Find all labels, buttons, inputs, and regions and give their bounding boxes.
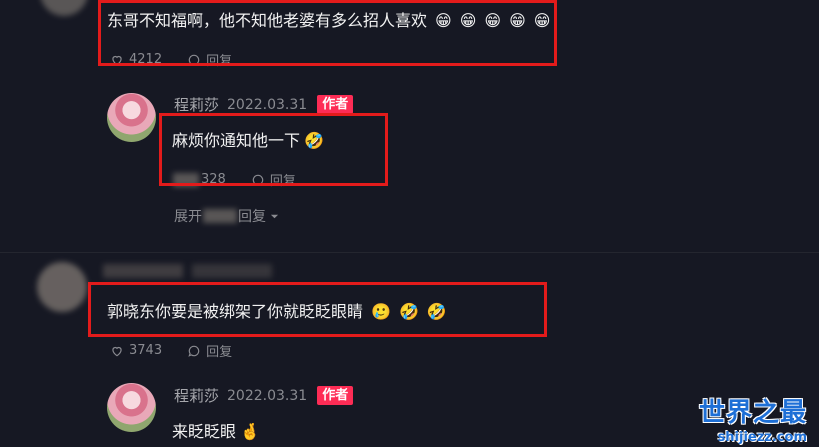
comment-divider: [0, 252, 819, 253]
author-name[interactable]: 程莉莎: [174, 94, 219, 115]
like-count: 3743: [129, 343, 163, 358]
expand-count-blurred: [203, 209, 237, 223]
reply-label: 回复: [206, 345, 233, 360]
expand-replies-button[interactable]: 展开 回复: [174, 206, 279, 226]
avatar-blurred-top[interactable]: [40, 0, 88, 16]
reply-2-body: 来眨眨眼: [172, 422, 237, 441]
author-avatar[interactable]: [107, 383, 156, 432]
reply-1-header: 程莉莎 2022.03.31 作者: [174, 94, 354, 115]
reply-2-header: 程莉莎 2022.03.31 作者: [174, 385, 354, 406]
username-blurred[interactable]: [103, 264, 183, 278]
like-button[interactable]: 3743: [110, 343, 162, 358]
caret-down-icon: [270, 214, 279, 218]
reply-button[interactable]: 回复: [187, 341, 232, 360]
comment-bubble-icon: [188, 345, 200, 357]
highlight-box-2: [159, 113, 388, 186]
author-avatar[interactable]: [107, 93, 156, 142]
highlight-box-3: [88, 282, 547, 337]
watermark-url: shijiezz.com: [717, 430, 807, 445]
avatar-blurred[interactable]: [37, 262, 87, 312]
author-badge: 作者: [317, 386, 354, 405]
author-name[interactable]: 程莉莎: [174, 385, 219, 406]
meta-blurred: [192, 264, 272, 278]
highlight-box-1: [98, 0, 557, 66]
expand-label: 展开: [174, 209, 202, 225]
crossed-fingers-emoji-icon: 🤞: [240, 422, 260, 441]
reply-date: 2022.03.31: [227, 387, 308, 404]
author-badge: 作者: [317, 95, 354, 114]
reply-date: 2022.03.31: [227, 96, 308, 113]
comment-2-actions: 3743 回复: [110, 341, 232, 360]
expand-suffix: 回复: [238, 209, 266, 225]
heart-icon: [112, 346, 122, 356]
reply-text-2: 来眨眨眼 🤞: [172, 418, 260, 442]
watermark-logo: 世界之最: [698, 398, 807, 428]
